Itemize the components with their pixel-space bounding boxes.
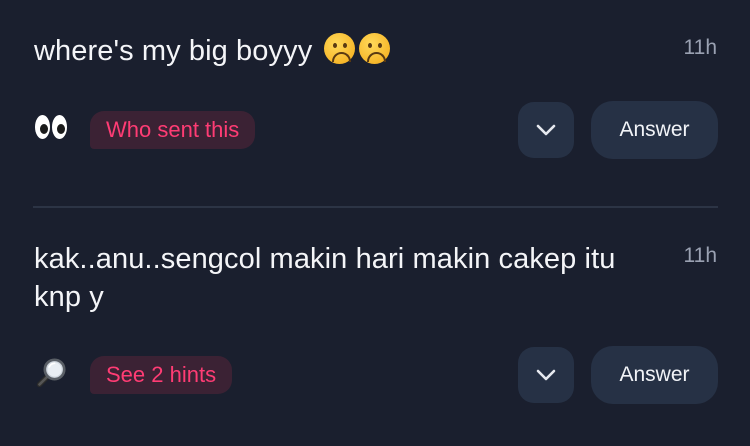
see-hints-button[interactable]: See 2 hints [90,356,233,394]
eyes-icon [33,113,69,143]
expand-button[interactable] [518,102,574,158]
question-card: where's my big boyyy 11h Who sent this A… [0,0,750,206]
question-text: where's my big boyyy [34,32,644,70]
eye-right [52,115,67,139]
answer-button[interactable]: Answer [591,346,718,404]
frowning-face-icon [359,33,391,64]
question-text-content: where's my big boyyy [34,35,313,67]
eye-left [35,115,50,139]
answer-button[interactable]: Answer [591,101,718,159]
question-feed: where's my big boyyy 11h Who sent this A… [0,0,750,446]
chevron-down-icon [536,369,556,381]
chevron-down-icon [536,124,556,136]
timestamp: 11h [683,244,717,267]
magnifying-glass-icon [36,358,66,388]
question-card: kak..anu..sengcol makin hari makin cakep… [0,208,750,446]
frowning-face-icon [324,33,356,64]
expand-button[interactable] [518,347,574,403]
who-sent-this-button[interactable]: Who sent this [90,111,256,149]
timestamp: 11h [683,36,717,59]
question-text: kak..anu..sengcol makin hari makin cakep… [34,243,616,313]
